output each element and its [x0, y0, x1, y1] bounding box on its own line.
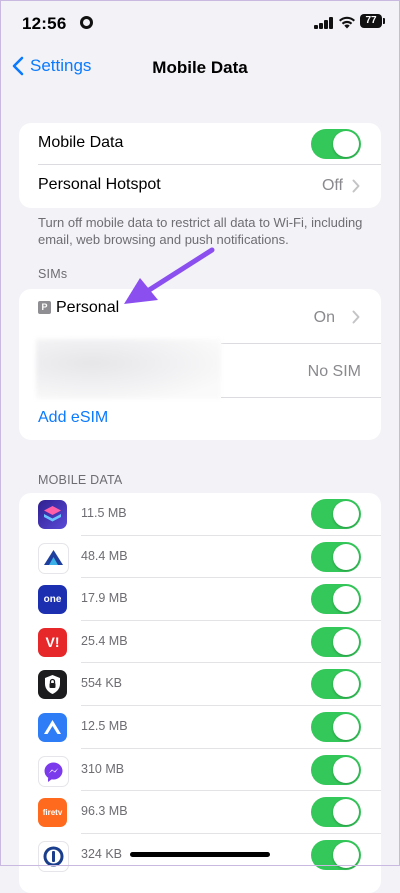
app-data-toggle[interactable]	[311, 584, 361, 615]
sim-status-value: On	[313, 309, 335, 326]
annotation-arrow-icon	[124, 247, 215, 304]
apps-card: 11.5 MB 48.4 MB one 17.9 MB V! 25.4 MB 5…	[19, 493, 381, 893]
mobile-data-section-title: MOBILE DATA	[38, 473, 123, 487]
wifi-icon	[339, 16, 355, 29]
app-row: 554 KB	[19, 663, 381, 706]
1password-icon	[38, 840, 69, 872]
app-data-toggle[interactable]	[311, 626, 361, 657]
app-data-usage: 310 MB	[81, 761, 125, 776]
app-data-usage: 17.9 MB	[81, 591, 128, 606]
mobile-data-footnote: Turn off mobile data to restrict all dat…	[38, 215, 363, 247]
app-row: 12.5 MB	[19, 706, 381, 749]
battery-icon: 77	[360, 14, 385, 28]
add-esim-button[interactable]: Add eSIM	[38, 409, 108, 427]
mobile-data-card: Mobile Data Personal Hotspot Off	[19, 123, 381, 208]
sim-name: Personal	[56, 299, 120, 316]
app-row: one 17.9 MB	[19, 578, 381, 621]
app-data-toggle[interactable]	[311, 711, 361, 742]
status-bar: 12:56 77	[0, 0, 400, 46]
finance-app-icon	[38, 542, 69, 574]
app-data-toggle[interactable]	[311, 797, 361, 828]
app-data-toggle[interactable]	[311, 839, 361, 870]
app-data-usage: 324 KB	[81, 846, 123, 861]
mobile-data-label: Mobile Data	[38, 134, 124, 151]
app-data-usage: 11.5 MB	[81, 506, 127, 520]
chevron-right-icon	[352, 179, 360, 193]
sim-badge: P	[38, 301, 51, 315]
personal-hotspot-label: Personal Hotspot	[38, 176, 161, 193]
app-data-usage: 48.4 MB	[81, 548, 128, 563]
personal-hotspot-value: Off	[321, 177, 343, 194]
personal-hotspot-row[interactable]: Personal Hotspot Off	[19, 165, 381, 207]
mobile-data-row: Mobile Data	[19, 123, 381, 165]
location-icon	[80, 16, 93, 29]
app-data-usage: 25.4 MB	[81, 633, 128, 648]
app-row: 11.5 MB	[19, 493, 381, 536]
app-data-usage: 12.5 MB	[81, 718, 128, 733]
chevron-right-icon	[352, 310, 360, 324]
app-data-usage: 554 KB	[81, 676, 123, 691]
sim-nosim-row[interactable]: No SIM	[19, 344, 381, 398]
app-row: 310 MB	[19, 749, 381, 792]
nosim-value: No SIM	[307, 363, 361, 380]
onescore-icon: one	[38, 585, 67, 615]
nordvpn-icon	[38, 712, 67, 742]
app-data-toggle[interactable]	[311, 669, 361, 700]
shortcuts-icon	[38, 500, 67, 529]
app-data-toggle[interactable]	[311, 541, 361, 572]
messenger-icon	[38, 755, 69, 787]
vpn-lock-icon	[38, 670, 67, 700]
page-title: Mobile Data	[152, 58, 248, 77]
status-time: 12:56	[22, 14, 67, 33]
app-row: 48.4 MB	[19, 536, 381, 579]
sims-section-title: SIMs	[38, 267, 68, 281]
app-data-toggle[interactable]	[311, 754, 361, 785]
mobile-data-toggle[interactable]	[311, 129, 361, 159]
home-indicator[interactable]	[130, 852, 270, 857]
app-row: firetv 96.3 MB	[19, 791, 381, 834]
sims-card: P Personal On No SIM Add eSIM	[19, 289, 381, 440]
firetv-icon: firetv	[38, 798, 67, 828]
app-data-toggle[interactable]	[311, 499, 361, 529]
vi-icon: V!	[38, 627, 67, 657]
cellular-signal-icon	[314, 17, 333, 29]
app-data-usage: 96.3 MB	[81, 804, 128, 819]
navigation-bar: Settings Mobile Data	[0, 46, 400, 90]
app-row: V! 25.4 MB	[19, 621, 381, 664]
